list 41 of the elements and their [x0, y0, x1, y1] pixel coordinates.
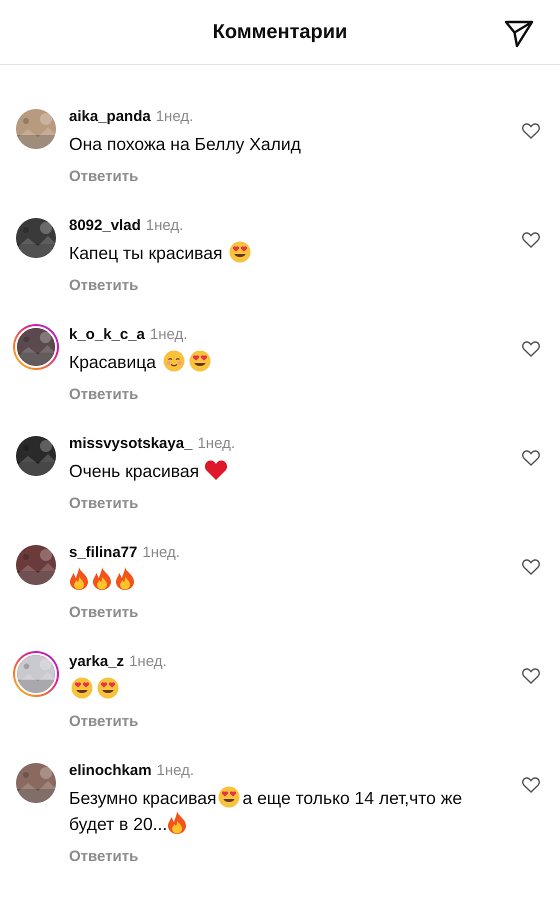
like-heart-icon[interactable]: [522, 777, 540, 793]
comment-time: 1нед.: [142, 543, 180, 563]
like-heart-icon[interactable]: [522, 232, 540, 248]
heart-eyes-emoji-icon: [229, 241, 252, 263]
username[interactable]: k_o_k_c_a: [69, 325, 145, 345]
username[interactable]: s_filina77: [69, 543, 138, 563]
username[interactable]: 8092_vlad: [69, 216, 141, 236]
comment-time: 1нед.: [156, 761, 194, 781]
comment-text: Капец ты красивая: [69, 240, 469, 266]
username[interactable]: yarka_z: [69, 652, 124, 672]
comment-time: 1нед.: [150, 325, 188, 345]
like-heart-icon[interactable]: [522, 450, 540, 466]
comment-text: Она похожа на Беллу Халид: [69, 133, 302, 156]
fire-emoji-icon: [167, 811, 188, 834]
comment-text: Безумно красивая а еще только 14 лет,что же будет в 20...: [69, 785, 464, 836]
fire-emoji-icon: [92, 567, 112, 590]
username[interactable]: aika_panda: [69, 107, 151, 127]
heart-eyes-emoji-icon: [71, 677, 93, 699]
comment-text: Красавица: [69, 349, 469, 375]
story-ring-avatar[interactable]: [13, 324, 59, 370]
like-heart-icon[interactable]: [522, 123, 540, 139]
heart-eyes-emoji-icon: [218, 786, 240, 808]
comment-time: 1нед.: [197, 434, 235, 454]
send-icon[interactable]: [504, 20, 534, 48]
comment-time: 1нед.: [146, 216, 184, 236]
username[interactable]: elinochkam: [69, 761, 152, 781]
story-ring-avatar[interactable]: [13, 651, 59, 697]
fire-emoji-icon: [115, 567, 135, 590]
fire-emoji-icon: [69, 567, 89, 590]
comment-text: Очень красивая: [69, 458, 469, 484]
username[interactable]: missvysotskaya_: [69, 434, 192, 454]
comment-time: 1нед.: [156, 107, 194, 127]
smiling-emoji-icon: [162, 350, 185, 372]
like-heart-icon[interactable]: [522, 341, 540, 357]
heart-eyes-emoji-icon: [188, 350, 211, 372]
like-heart-icon[interactable]: [522, 559, 540, 575]
like-heart-icon[interactable]: [522, 668, 540, 684]
comment-time: 1нед.: [129, 652, 167, 672]
heart-eyes-emoji-icon: [97, 677, 119, 699]
page-title: Комментарии: [212, 20, 348, 44]
heart-emoji-icon: [204, 459, 228, 481]
